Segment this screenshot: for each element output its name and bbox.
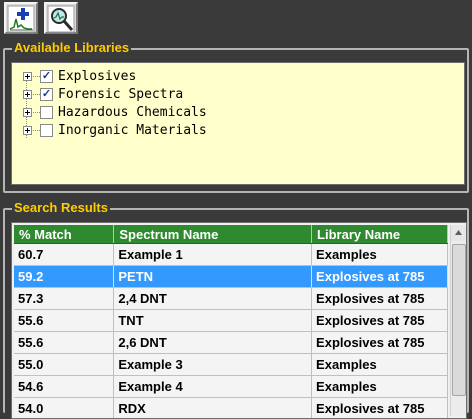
spectrum-name-cell: RDX	[114, 398, 312, 419]
scrollbar-thumb[interactable]	[452, 244, 466, 396]
expand-icon[interactable]	[23, 108, 32, 117]
library-label: Hazardous Chemicals	[58, 104, 207, 121]
library-name-cell: Explosives at 785	[312, 332, 448, 354]
library-item-hazardous-chemicals[interactable]: Hazardous Chemicals	[20, 104, 420, 122]
match-cell: 54.6	[14, 376, 114, 398]
table-row[interactable]: 57.3 2,4 DNT Explosives at 785	[14, 288, 448, 310]
scroll-up-button[interactable]	[451, 225, 466, 241]
spectrum-name-cell: TNT	[114, 310, 312, 332]
search-results-title: Search Results	[12, 199, 110, 216]
library-label: Inorganic Materials	[58, 122, 207, 139]
results-header-row: % Match Spectrum Name Library Name	[14, 225, 448, 244]
spectrum-name-cell: Example 3	[114, 354, 312, 376]
library-name-cell: Explosives at 785	[312, 266, 448, 288]
library-item-explosives[interactable]: ✓ Explosives	[20, 68, 420, 86]
library-checkbox-explosives[interactable]: ✓	[40, 70, 53, 83]
library-name-cell: Examples	[312, 354, 448, 376]
table-row[interactable]: 55.6 TNT Explosives at 785	[14, 310, 448, 332]
expand-icon[interactable]	[23, 90, 32, 99]
add-spectrum-button[interactable]	[4, 2, 38, 34]
table-row[interactable]: 54.0 RDX Explosives at 785	[14, 398, 448, 419]
search-library-button[interactable]	[44, 2, 78, 34]
table-row[interactable]: 60.7 Example 1 Examples	[14, 244, 448, 266]
results-table: % Match Spectrum Name Library Name 60.7 …	[14, 225, 448, 419]
spectrum-name-cell: 2,4 DNT	[114, 288, 312, 310]
match-cell: 55.0	[14, 354, 114, 376]
table-row[interactable]: 55.6 2,6 DNT Explosives at 785	[14, 332, 448, 354]
available-libraries-title: Available Libraries	[12, 39, 131, 56]
library-name-cell: Explosives at 785	[312, 310, 448, 332]
library-item-forensic-spectra[interactable]: ✓ Forensic Spectra	[20, 86, 420, 104]
toolbar	[0, 0, 472, 40]
library-name-cell: Examples	[312, 244, 448, 266]
available-libraries-group: Available Libraries ✓ Explosives ✓ Foren…	[3, 48, 469, 193]
library-item-inorganic-materials[interactable]: Inorganic Materials	[20, 122, 420, 140]
library-label: Forensic Spectra	[58, 86, 183, 103]
library-checkbox-forensic-spectra[interactable]: ✓	[40, 88, 53, 101]
table-row[interactable]: 54.6 Example 4 Examples	[14, 376, 448, 398]
search-results-group: Search Results % Match Spectrum Name Lib…	[3, 208, 469, 413]
column-header-match[interactable]: % Match	[14, 225, 114, 244]
match-cell: 55.6	[14, 332, 114, 354]
search-library-icon	[47, 5, 75, 33]
table-row-selected[interactable]: 59.2 PETN Explosives at 785	[14, 266, 448, 288]
library-checkbox-inorganic-materials[interactable]	[40, 124, 53, 137]
library-name-cell: Explosives at 785	[312, 398, 448, 419]
match-cell: 60.7	[14, 244, 114, 266]
column-header-library-name[interactable]: Library Name	[312, 225, 448, 244]
add-spectrum-icon	[7, 5, 35, 33]
expand-icon[interactable]	[23, 72, 32, 81]
spectrum-name-cell: 2,6 DNT	[114, 332, 312, 354]
match-cell: 57.3	[14, 288, 114, 310]
match-cell: 55.6	[14, 310, 114, 332]
spectrum-name-cell: PETN	[114, 266, 312, 288]
chevron-up-icon	[451, 225, 466, 241]
column-header-spectrum-name[interactable]: Spectrum Name	[114, 225, 312, 244]
match-cell: 54.0	[14, 398, 114, 419]
library-name-cell: Explosives at 785	[312, 288, 448, 310]
expand-icon[interactable]	[23, 126, 32, 135]
spectrum-name-cell: Example 4	[114, 376, 312, 398]
table-row[interactable]: 55.0 Example 3 Examples	[14, 354, 448, 376]
library-tree: ✓ Explosives ✓ Forensic Spectra Hazardou…	[11, 62, 465, 185]
results-scrollbar[interactable]	[450, 225, 466, 416]
library-label: Explosives	[58, 68, 136, 85]
results-grid: % Match Spectrum Name Library Name 60.7 …	[11, 222, 467, 419]
library-checkbox-hazardous-chemicals[interactable]	[40, 106, 53, 119]
match-cell: 59.2	[14, 266, 114, 288]
spectrum-name-cell: Example 1	[114, 244, 312, 266]
library-name-cell: Examples	[312, 376, 448, 398]
